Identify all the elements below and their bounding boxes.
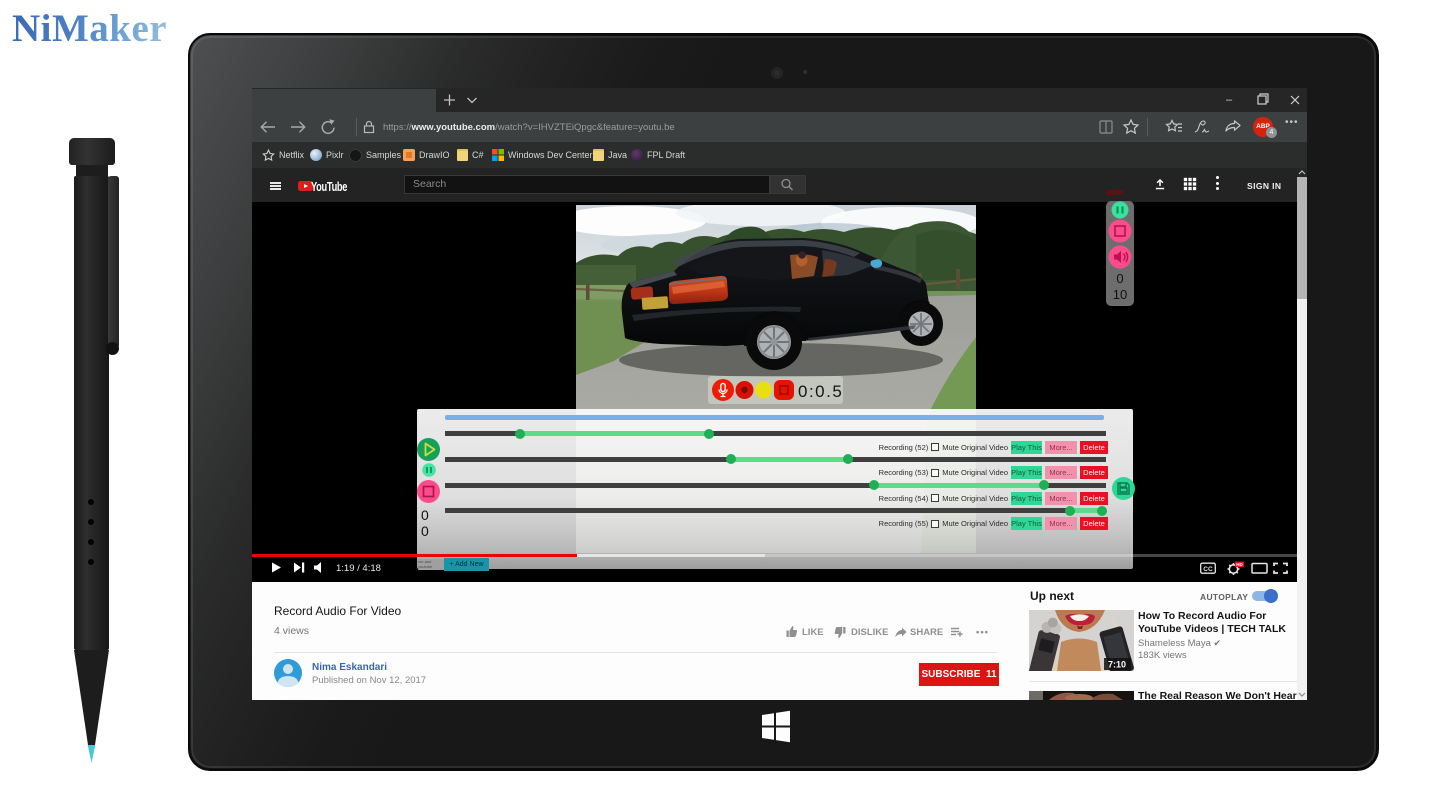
svg-text:CC: CC: [1203, 566, 1213, 573]
svg-text:HD: HD: [1236, 562, 1243, 567]
svg-text:7:10: 7:10: [1108, 660, 1126, 670]
